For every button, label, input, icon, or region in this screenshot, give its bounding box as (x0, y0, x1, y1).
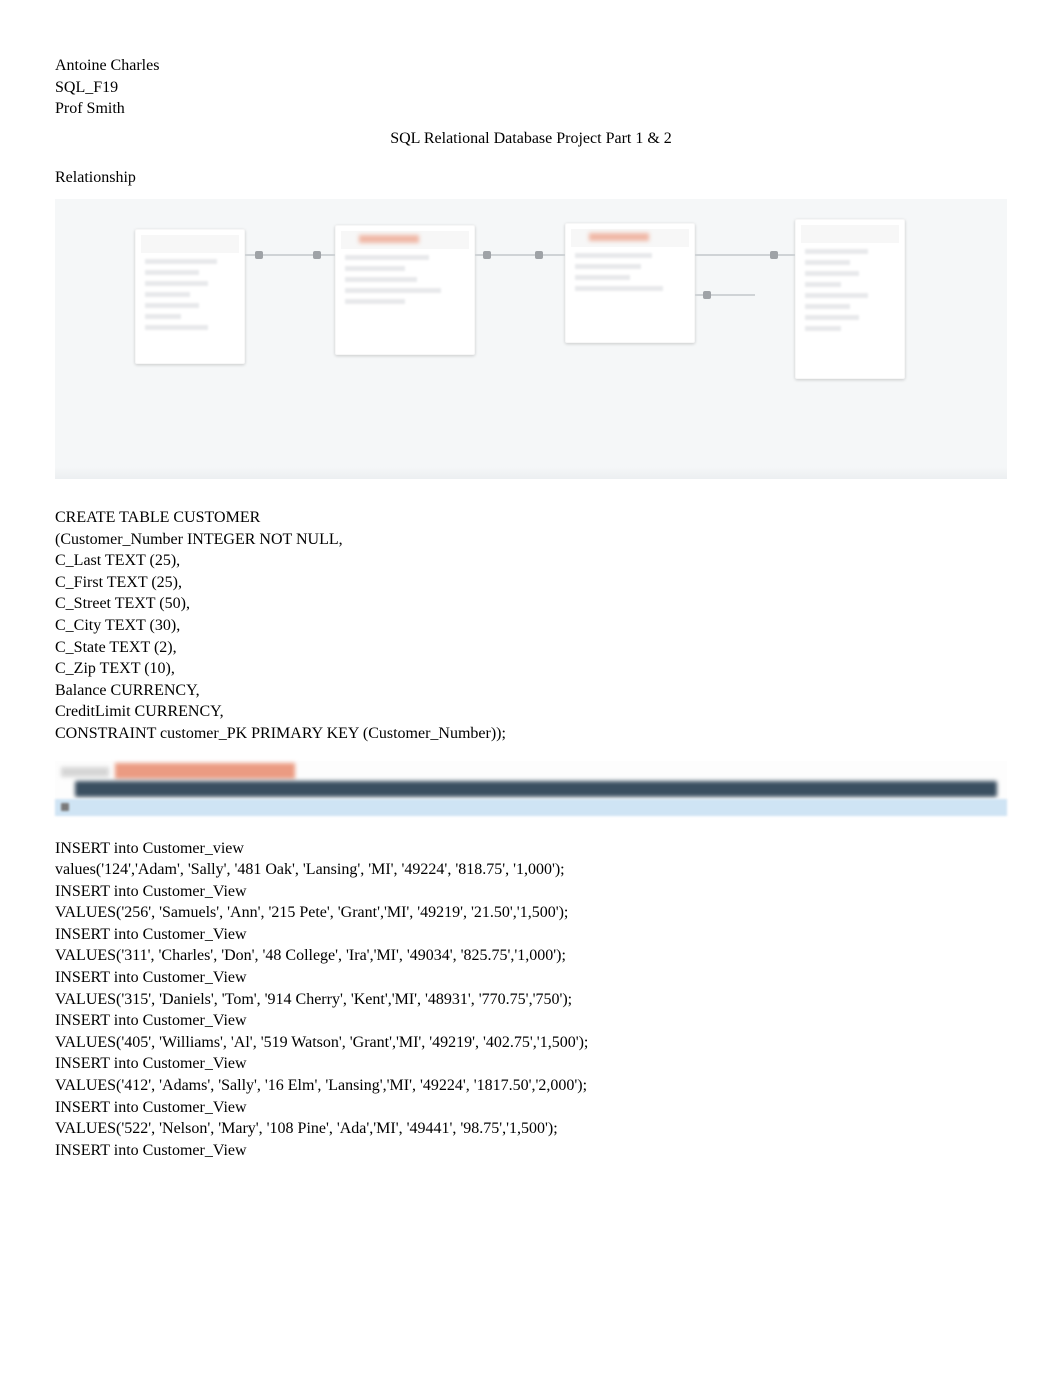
sql-line: INSERT into Customer_View (55, 967, 1007, 989)
sql-line: VALUES('522', 'Nelson', 'Mary', '108 Pin… (55, 1118, 1007, 1140)
sql-line: VALUES('412', 'Adams', 'Sally', '16 Elm'… (55, 1075, 1007, 1097)
sql-line: (Customer_Number INTEGER NOT NULL, (55, 529, 1007, 551)
professor-name: Prof Smith (55, 98, 1007, 120)
relationship-diagram (55, 199, 1007, 479)
author-name: Antoine Charles (55, 55, 1007, 77)
sql-line: VALUES('405', 'Williams', 'Al', '519 Wat… (55, 1032, 1007, 1054)
sql-line: C_City TEXT (30), (55, 615, 1007, 637)
sql-line: CONSTRAINT customer_PK PRIMARY KEY (Cust… (55, 723, 1007, 745)
sql-line: C_Last TEXT (25), (55, 550, 1007, 572)
sql-line: Balance CURRENCY, (55, 680, 1007, 702)
document-title: SQL Relational Database Project Part 1 &… (55, 128, 1007, 150)
sql-line: INSERT into Customer_View (55, 1097, 1007, 1119)
entity-card (565, 223, 695, 343)
sql-create-block: CREATE TABLE CUSTOMER (Customer_Number I… (55, 507, 1007, 745)
customer-table-preview (55, 761, 1007, 816)
sql-line: C_Street TEXT (50), (55, 593, 1007, 615)
sql-line: CreditLimit CURRENCY, (55, 701, 1007, 723)
entity-card (795, 219, 905, 379)
sql-line: VALUES('315', 'Daniels', 'Tom', '914 Che… (55, 989, 1007, 1011)
sql-line: VALUES('256', 'Samuels', 'Ann', '215 Pet… (55, 902, 1007, 924)
document-header: Antoine Charles SQL_F19 Prof Smith (55, 55, 1007, 120)
entity-card (135, 229, 245, 364)
sql-line: INSERT into Customer_View (55, 924, 1007, 946)
sql-line: INSERT into Customer_View (55, 1140, 1007, 1162)
sql-line: C_State TEXT (2), (55, 637, 1007, 659)
sql-line: INSERT into Customer_View (55, 1010, 1007, 1032)
sql-line: INSERT into Customer_view (55, 838, 1007, 860)
sql-line: C_First TEXT (25), (55, 572, 1007, 594)
sql-line: CREATE TABLE CUSTOMER (55, 507, 1007, 529)
entity-card (335, 225, 475, 355)
course-code: SQL_F19 (55, 77, 1007, 99)
sql-line: values('124','Adam', 'Sally', '481 Oak',… (55, 859, 1007, 881)
section-heading-relationship: Relationship (55, 167, 1007, 189)
sql-line: C_Zip TEXT (10), (55, 658, 1007, 680)
sql-line: INSERT into Customer_View (55, 881, 1007, 903)
sql-line: INSERT into Customer_View (55, 1053, 1007, 1075)
sql-insert-block: INSERT into Customer_view values('124','… (55, 838, 1007, 1162)
sql-line: VALUES('311', 'Charles', 'Don', '48 Coll… (55, 945, 1007, 967)
